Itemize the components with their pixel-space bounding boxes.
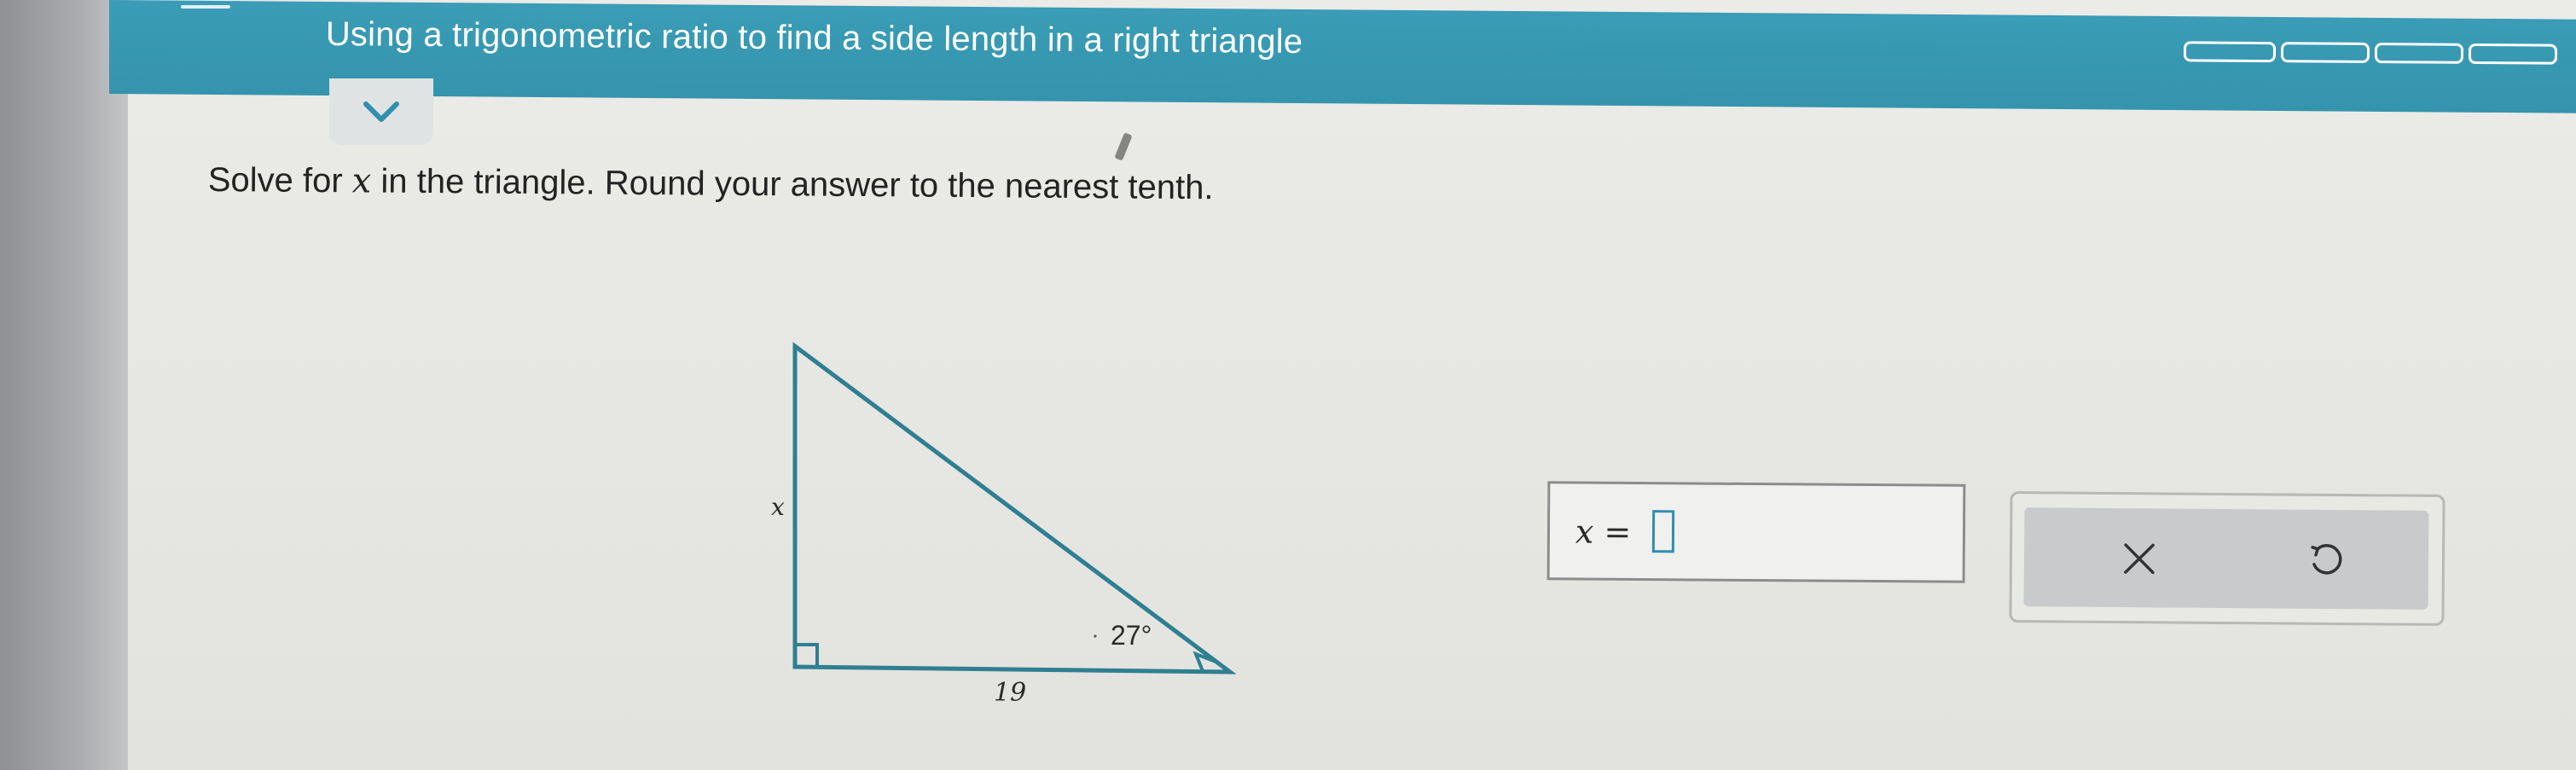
- angle-arc-marker: [1192, 651, 1219, 672]
- action-bar: [2023, 507, 2429, 610]
- angle-label: 27°: [1111, 620, 1152, 651]
- side-x-label: x: [771, 493, 785, 521]
- answer-variable: x: [1575, 512, 1594, 551]
- answer-equals: =: [1604, 512, 1632, 551]
- clear-button[interactable]: [2109, 529, 2170, 589]
- collapse-button[interactable]: [329, 78, 433, 145]
- undo-button[interactable]: [2295, 530, 2356, 591]
- close-icon: [2124, 543, 2155, 575]
- triangle-figure: x 19 27°: [771, 342, 1237, 708]
- base-label: 19: [994, 678, 1026, 708]
- undo-icon: [2311, 544, 2342, 575]
- question-variable: x: [351, 161, 372, 201]
- progress-segment: [2183, 41, 2277, 63]
- answer-input[interactable]: [1651, 510, 1675, 553]
- right-angle-marker: [795, 643, 819, 667]
- progress-segment: [2280, 42, 2370, 63]
- angle-dot: [1094, 634, 1097, 638]
- question-suffix: in the triangle. Round your answer to th…: [371, 162, 1214, 207]
- action-panel: [2009, 490, 2445, 627]
- progress-indicator: [2183, 41, 2558, 69]
- page-title: Using a trigonometric ratio to find a si…: [325, 15, 1303, 61]
- page-background: [128, 0, 2576, 770]
- question-prefix: Solve for: [207, 160, 352, 200]
- question-text: Solve for x in the triangle. Round your …: [208, 160, 1214, 207]
- progress-segment: [2374, 43, 2464, 64]
- screen-bezel: [0, 0, 128, 770]
- right-triangle: [792, 342, 1237, 674]
- answer-label: x =: [1575, 513, 1632, 551]
- progress-segment: [2468, 43, 2558, 65]
- chevron-down-icon: [363, 101, 399, 122]
- top-dash: [181, 5, 230, 9]
- answer-box: x =: [1546, 481, 1966, 583]
